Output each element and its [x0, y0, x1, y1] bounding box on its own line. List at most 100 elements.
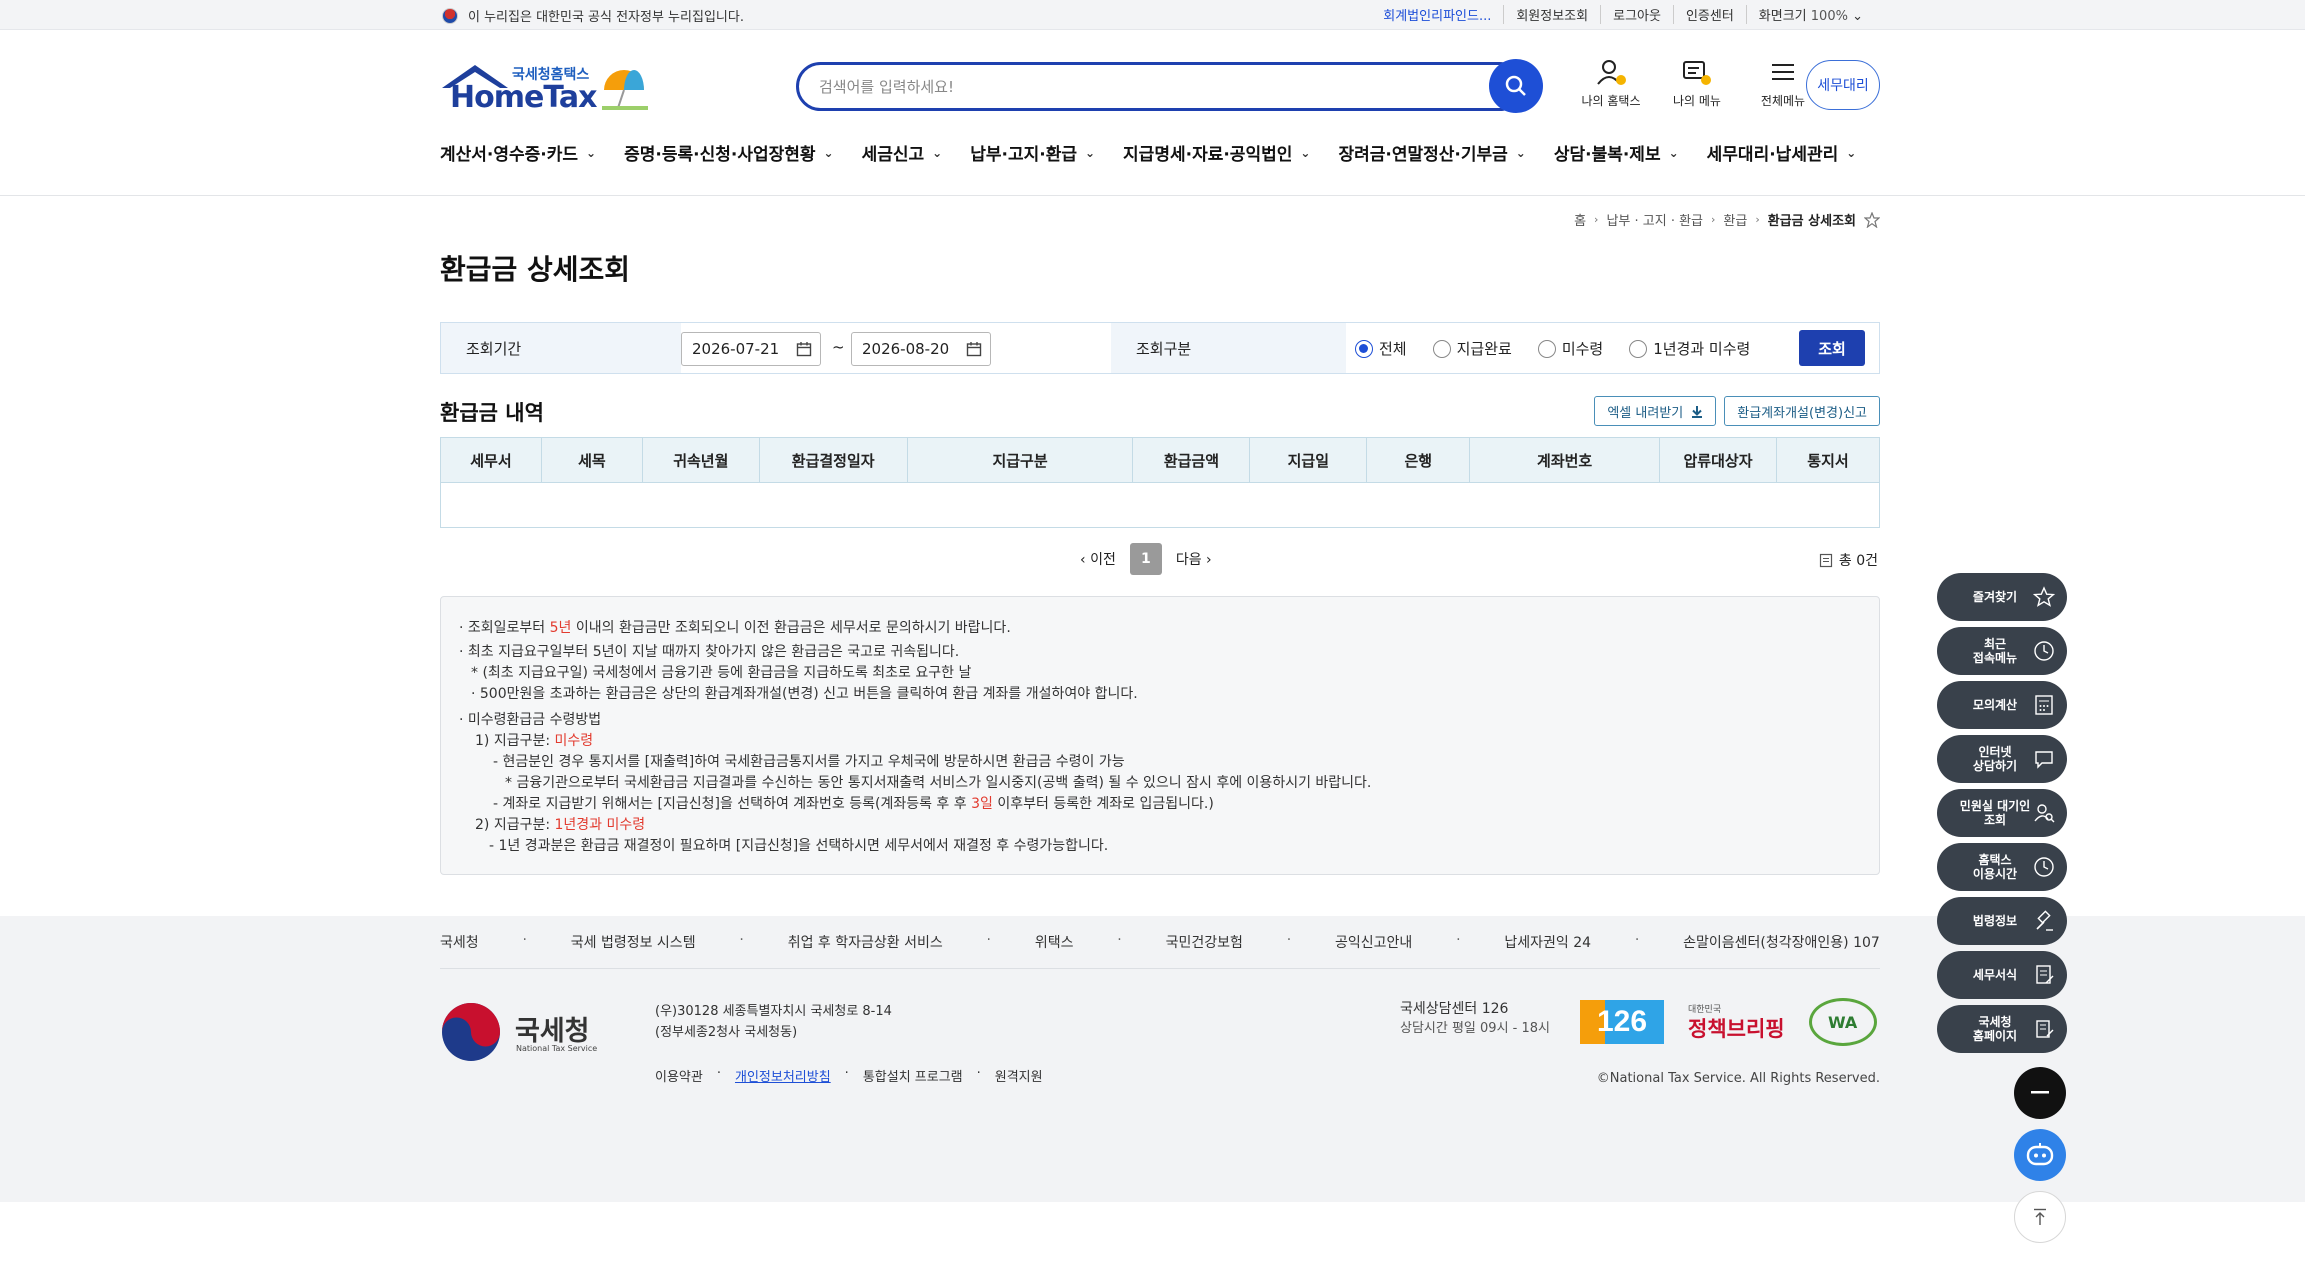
zoom-control[interactable]: 화면크기 100% ⌄	[1745, 5, 1875, 24]
notice-line: - 현금분인 경우 통지서를 [재출력]하여 국세환급금통지서를 가지고 우체국…	[493, 754, 1125, 770]
next-label: 다음	[1175, 552, 1202, 568]
notice-text: 1) 지급구분:	[475, 733, 555, 749]
footer-link[interactable]: 국민건강보험	[1166, 932, 1243, 952]
footer-link[interactable]: 납세자권익 24	[1504, 932, 1591, 952]
start-date-field[interactable]: 2026-07-21	[681, 332, 821, 366]
quick-service-hours[interactable]: 홈택스 이용시간	[1937, 843, 2067, 891]
radio-button[interactable]	[1537, 339, 1556, 358]
chevron-down-icon: ⌄	[1846, 145, 1857, 160]
quick-waiting-list[interactable]: 민원실 대기인 조회	[1937, 789, 2067, 837]
calendar-icon[interactable]	[966, 341, 982, 357]
quick-simulation[interactable]: 모의계산	[1937, 681, 2067, 729]
logo-126[interactable]: 126	[1580, 1000, 1664, 1044]
radio-label: 미수령	[1561, 340, 1604, 358]
document-icon	[1819, 553, 1832, 567]
nav-item-incentive[interactable]: 장려금·연말정산·기부금 ⌄	[1338, 140, 1525, 165]
radio-unclaimed[interactable]: 미수령	[1537, 338, 1604, 359]
logout-link[interactable]: 로그아웃	[1600, 5, 1673, 24]
notice-text: 미수령환급금 수령방법	[467, 712, 602, 728]
search-input[interactable]	[819, 75, 1439, 99]
search-icon	[1505, 75, 1526, 96]
favorite-star-icon[interactable]	[1864, 211, 1880, 228]
excel-download-button[interactable]: 엑셀 내려받기	[1594, 396, 1717, 426]
quick-online-consult[interactable]: 인터넷 상담하기	[1937, 735, 2067, 783]
breadcrumb-current: 환급금 상세조회	[1767, 214, 1856, 229]
nav-item-tax-agent[interactable]: 세무대리·납세관리 ⌄	[1707, 140, 1857, 165]
notice-line: 1) 지급구분: 미수령	[475, 730, 593, 750]
quick-label: 최근 접속메뉴	[1972, 637, 2018, 665]
notice-highlight: 3일	[971, 796, 993, 812]
refund-table: 세무서 세목 귀속년월 환급결정일자 지급구분 환급금액 지급일 은행 계좌번호…	[440, 437, 1881, 528]
notice-line: * (최초 지급요구일) 국세청에서 금융기관 등에 환급금을 지급하도록 최초…	[471, 665, 972, 681]
radio-button[interactable]	[1432, 339, 1451, 358]
remote-support-link[interactable]: 원격지원	[995, 1066, 1043, 1085]
page-number-current[interactable]: 1	[1129, 543, 1162, 575]
calendar-icon[interactable]	[796, 341, 812, 357]
footer-link[interactable]: 위택스	[1035, 932, 1074, 952]
nav-item-payment[interactable]: 납부·고지·환급 ⌄	[970, 140, 1095, 165]
breadcrumb-home[interactable]: 홈	[1574, 210, 1586, 229]
terms-link[interactable]: 이용약관	[655, 1066, 703, 1085]
nav-item-tax-report[interactable]: 세금신고 ⌄	[862, 140, 943, 165]
quick-tax-forms[interactable]: 세무서식	[1937, 951, 2067, 999]
footer-link[interactable]: 국세 법령정보 시스템	[571, 932, 696, 952]
nav-item-statement[interactable]: 지급명세·자료·공익법인 ⌄	[1123, 140, 1310, 165]
notice-text: 이후부터 등록한 계좌로 입금됩니다.)	[992, 796, 1214, 812]
header-icons: 나의 홈택스 나의 메뉴 전체메뉴	[1578, 58, 1816, 109]
breadcrumb-refund[interactable]: 환급	[1723, 210, 1747, 229]
search-button[interactable]	[1489, 59, 1543, 113]
nav-item-invoice[interactable]: 계산서·영수증·카드 ⌄	[440, 140, 596, 165]
page-title: 환급금 상세조회	[440, 253, 631, 286]
privacy-link[interactable]: 개인정보처리방침	[735, 1066, 831, 1085]
policy-briefing-logo[interactable]: 대한민국 정책브리핑	[1688, 1003, 1785, 1041]
cert-center-link[interactable]: 인증센터	[1672, 5, 1746, 24]
call-center: 국세상담센터 126 상담시간 평일 09시 - 18시	[1400, 999, 1550, 1039]
radio-button-checked[interactable]	[1355, 339, 1373, 358]
hometax-logo[interactable]: 국세청홈택스 HomeTax	[440, 62, 650, 115]
scroll-top-button[interactable]	[2014, 1191, 2066, 1243]
star-icon	[2033, 586, 2055, 607]
footer-link[interactable]: 손말이음센터(청각장애인용) 107	[1683, 932, 1880, 952]
refund-account-button[interactable]: 환급계좌개설(변경)신고	[1724, 396, 1880, 426]
quick-favorites[interactable]: 즐겨찾기	[1937, 573, 2067, 621]
chevron-down-icon: ⌄	[1852, 9, 1863, 24]
member-info-link[interactable]: 회원정보조회	[1503, 5, 1600, 24]
radio-unclaimed-1year[interactable]: 1년경과 미수령	[1629, 338, 1750, 359]
notice-line: * 금융기관으로부터 국세환급금 지급결과를 수신하는 동안 통지서재출력 서비…	[505, 775, 1372, 791]
wa-certification-logo[interactable]: WA	[1808, 998, 1877, 1046]
gov-notice-text: 이 누리집은 대한민국 공식 전자정부 누리집입니다.	[468, 10, 744, 25]
collapse-quick-menu-button[interactable]	[2014, 1067, 2066, 1119]
footer-link[interactable]: 공익신고안내	[1335, 932, 1412, 952]
parasol-logo-icon	[602, 70, 648, 110]
prev-page-button[interactable]: ‹ 이전	[1080, 549, 1116, 569]
radio-button[interactable]	[1629, 339, 1648, 358]
footer-link[interactable]: 국세청	[440, 932, 479, 952]
notice-highlight: 1년경과 미수령	[554, 817, 646, 833]
search-submit-button[interactable]: 조회	[1799, 330, 1865, 366]
nav-item-certificate[interactable]: 증명·등록·신청·사업장현황 ⌄	[624, 140, 833, 165]
quick-recent-menu[interactable]: 최근 접속메뉴	[1937, 627, 2067, 675]
radio-all[interactable]: 전체	[1355, 338, 1407, 359]
footer-link[interactable]: 취업 후 학자금상환 서비스	[788, 932, 943, 952]
quick-law-info[interactable]: 법령정보	[1937, 897, 2067, 945]
quick-nts-homepage[interactable]: 국세청 홈페이지	[1937, 1005, 2067, 1053]
nav-item-consult[interactable]: 상담·불복·제보 ⌄	[1554, 140, 1679, 165]
user-name-link[interactable]: 회계법인리파인드...	[1371, 5, 1503, 24]
radio-paid[interactable]: 지급완료	[1432, 338, 1512, 359]
quick-label: 법령정보	[1972, 914, 2018, 928]
install-program-link[interactable]: 통합설치 프로그램	[863, 1066, 963, 1085]
korea-flag-icon	[442, 7, 458, 24]
my-menu-button[interactable]: 나의 메뉴	[1664, 58, 1730, 109]
end-date-field[interactable]: 2026-08-20	[851, 332, 991, 366]
nav-label: 납부·고지·환급	[970, 145, 1077, 165]
arrow-up-icon	[2034, 1208, 2046, 1225]
copyright: ©National Tax Service. All Rights Reserv…	[1596, 1071, 1880, 1086]
chevron-down-icon: ⌄	[1515, 145, 1526, 160]
notice-text: - 계좌로 지급받기 위해서는 [지급신청]을 선택하여 계좌번호 등록(계좌등…	[493, 796, 972, 812]
next-page-button[interactable]: 다음 ›	[1176, 549, 1212, 569]
breadcrumb-payment[interactable]: 납부 · 고지 · 환급	[1606, 210, 1703, 229]
main-navigation: 계산서·영수증·카드 ⌄ 증명·등록·신청·사업장현황 ⌄ 세금신고 ⌄ 납부·고지·…	[440, 140, 1884, 165]
tax-agent-button[interactable]: 세무대리	[1806, 60, 1880, 110]
chatbot-button[interactable]	[2014, 1129, 2066, 1181]
my-hometax-button[interactable]: 나의 홈택스	[1578, 58, 1644, 109]
